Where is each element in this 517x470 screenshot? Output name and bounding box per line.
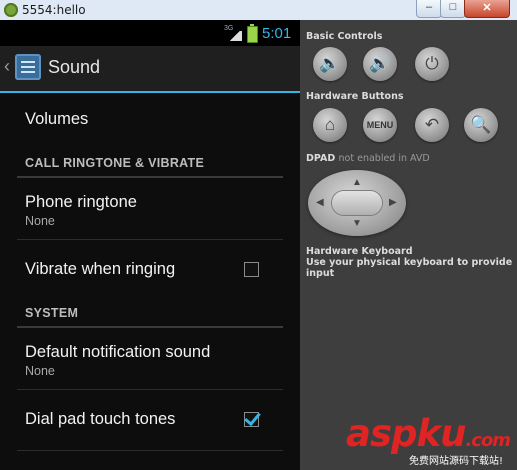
basic-controls-label: Basic Controls bbox=[306, 31, 383, 42]
volume-down-button[interactable]: 🔈 bbox=[313, 47, 347, 81]
status-clock: 5:01 bbox=[262, 25, 292, 42]
dpad-control[interactable]: ▲ ▼ ◀ ▶ bbox=[308, 170, 406, 236]
pref-title: Phone ringtone bbox=[25, 193, 137, 211]
maximize-icon: □ bbox=[449, 1, 457, 13]
search-icon: 🔍 bbox=[470, 115, 492, 134]
hardware-buttons-label: Hardware Buttons bbox=[306, 91, 404, 102]
window-title: 5554:hello bbox=[22, 3, 86, 17]
category-header: SYSTEM bbox=[25, 306, 79, 320]
dpad-left-icon[interactable]: ◀ bbox=[316, 197, 324, 208]
signal-bars-icon bbox=[228, 31, 242, 41]
dpad-center-button[interactable] bbox=[332, 191, 382, 215]
volume-up-icon: 🔊 bbox=[369, 54, 391, 73]
menu-button-label: MENU bbox=[366, 120, 394, 130]
dpad-up-icon[interactable]: ▲ bbox=[352, 177, 362, 188]
sound-settings-icon[interactable] bbox=[15, 54, 41, 80]
battery-icon bbox=[247, 24, 258, 43]
emulator-app-icon bbox=[4, 3, 18, 17]
pref-title: Dial pad touch tones bbox=[25, 410, 176, 428]
volume-down-icon: 🔈 bbox=[319, 54, 341, 73]
close-icon: ✕ bbox=[482, 2, 492, 14]
pref-dial-pad-touch-tones[interactable]: Dial pad touch tones bbox=[0, 390, 300, 450]
minimize-icon: – bbox=[425, 1, 433, 13]
pref-phone-ringtone[interactable]: Phone ringtone None bbox=[0, 179, 300, 239]
android-screen: 3G 5:01 ‹ Sound Volumes CALL RINGTONE & … bbox=[0, 20, 300, 470]
dpad-right-icon[interactable]: ▶ bbox=[389, 197, 397, 208]
window-titlebar: 5554:hello – □ ✕ bbox=[0, 0, 517, 21]
status-bar: 3G 5:01 bbox=[0, 20, 300, 46]
hardware-keyboard-label: Hardware Keyboard bbox=[306, 246, 413, 257]
pref-summary: None bbox=[25, 214, 55, 228]
power-icon: ⏻ bbox=[425, 54, 439, 73]
back-icon: ↶ bbox=[424, 115, 440, 134]
list-divider bbox=[17, 450, 283, 451]
pref-title: Default notification sound bbox=[25, 343, 211, 361]
aspku-watermark-logo: aspku.com bbox=[346, 412, 511, 455]
pref-vibrate-when-ringing[interactable]: Vibrate when ringing bbox=[0, 240, 300, 300]
pref-title: Volumes bbox=[25, 110, 89, 128]
menu-button[interactable]: MENU bbox=[363, 108, 397, 142]
close-button[interactable]: ✕ bbox=[464, 0, 510, 18]
up-navigation-icon[interactable]: ‹ bbox=[4, 56, 10, 77]
signal-icon: 3G bbox=[224, 25, 242, 41]
power-button[interactable]: ⏻ bbox=[415, 47, 449, 81]
home-icon: ⌂ bbox=[324, 115, 336, 134]
maximize-button[interactable]: □ bbox=[440, 0, 466, 18]
category-header: CALL RINGTONE & VIBRATE bbox=[25, 156, 205, 170]
dpad-label: DPAD not enabled in AVD bbox=[306, 153, 430, 164]
pref-summary: None bbox=[25, 364, 55, 378]
category-divider bbox=[17, 176, 283, 178]
keyboard-note: Use your physical keyboard to provide in… bbox=[306, 257, 513, 279]
vibrate-checkbox[interactable] bbox=[244, 262, 259, 277]
emulator-control-panel: Basic Controls 🔈 🔊 ⏻ Hardware Buttons ⌂ … bbox=[300, 20, 517, 470]
dpad-title: DPAD bbox=[306, 153, 336, 164]
pref-default-notification-sound[interactable]: Default notification sound None bbox=[0, 329, 300, 389]
watermark-subtitle: 免费网站源码下载站! bbox=[409, 456, 504, 467]
search-button[interactable]: 🔍 bbox=[464, 108, 498, 142]
back-button[interactable]: ↶ bbox=[415, 108, 449, 142]
dial-pad-tones-checkbox[interactable] bbox=[244, 412, 259, 427]
dpad-down-icon[interactable]: ▼ bbox=[352, 218, 362, 229]
volume-up-button[interactable]: 🔊 bbox=[363, 47, 397, 81]
action-bar: ‹ Sound bbox=[0, 46, 300, 93]
minimize-button[interactable]: – bbox=[416, 0, 442, 18]
pref-volumes[interactable]: Volumes bbox=[0, 93, 300, 147]
pref-title: Vibrate when ringing bbox=[25, 260, 176, 278]
category-divider bbox=[17, 326, 283, 328]
screen-title: Sound bbox=[48, 57, 101, 77]
dpad-note: not enabled in AVD bbox=[338, 153, 430, 164]
home-button[interactable]: ⌂ bbox=[313, 108, 347, 142]
